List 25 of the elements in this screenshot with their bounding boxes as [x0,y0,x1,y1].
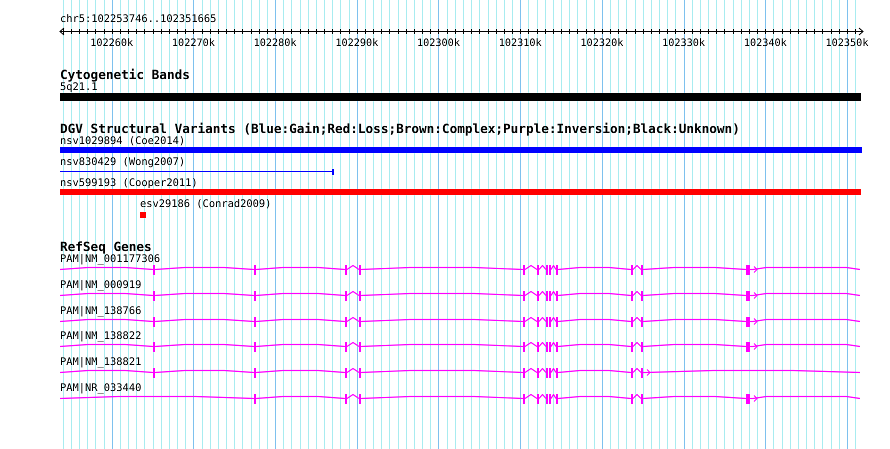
feature-label: PAM|NM_000919 [60,278,142,291]
feature-label: PAM|NR_033440 [60,382,142,394]
tick-label: 102260k [90,38,134,49]
feature-label: nsv599193 (Cooper2011) [60,177,198,189]
feature-label: PAM|NM_138766 [60,304,142,317]
tick-label: 102310k [498,38,542,49]
location-label: chr5:102253746..102351665 [60,13,216,26]
tick-label: 102350k [826,38,868,49]
feature-label: 5q21.1 [60,81,98,93]
tick-label: 102270k [172,38,215,49]
tick-label: 102330k [662,38,706,49]
feature-label: nsv830429 (Wong2007) [60,156,186,168]
feature-label: nsv1029894 (Coe2014) [60,135,186,147]
tick-label: 102290k [335,38,378,49]
feature-label: PAM|NM_001177306 [60,253,160,265]
track-title: RefSeq Genes [60,240,152,253]
track-title: Cytogenetic Bands [60,68,190,81]
feature-label: esv29186 (Conrad2009) [140,198,272,210]
feature-label: PAM|NM_138821 [60,356,142,368]
feature-label: PAM|NM_138822 [60,330,142,342]
tick-label: 102320k [580,38,624,49]
track-title: DGV Structural Variants (Blue:Gain;Red:Loss;Brown:Complex;Purple:Inversion;Black:Unknown) [60,122,740,135]
tick-label: 102280k [254,38,297,49]
tick-label: 102340k [744,38,787,49]
tick-label: 102300k [417,38,460,49]
